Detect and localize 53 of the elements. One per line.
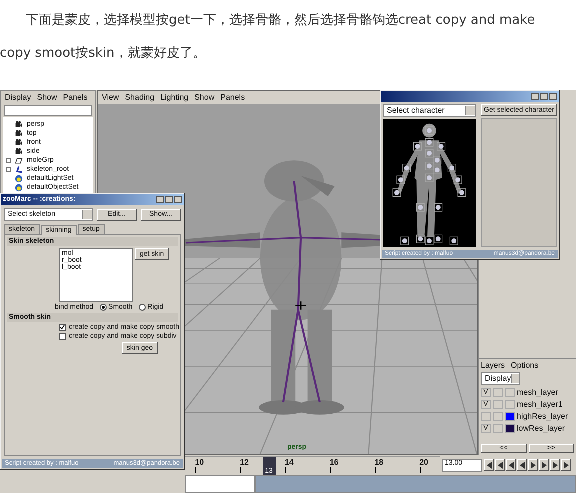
radio-icon[interactable] xyxy=(138,304,146,311)
playback-button[interactable] xyxy=(528,459,538,471)
layer-name: lowRes_layer xyxy=(517,424,566,432)
checkbox[interactable] xyxy=(59,333,66,340)
article-paragraph: 下面是蒙皮，选择模型按get一下，选择骨骼，然后选择骨骼钩选creat copy and make copy smoot按skin，就蒙好皮了。 xyxy=(0,12,536,63)
frame-number: 12 xyxy=(240,458,249,466)
playback-button[interactable] xyxy=(495,459,505,471)
menu-item[interactable]: Panels xyxy=(63,93,88,102)
menu-item[interactable]: View xyxy=(102,93,120,102)
checkbox[interactable] xyxy=(59,324,66,331)
menu-item[interactable]: Display xyxy=(5,93,32,102)
expand-icon[interactable] xyxy=(6,158,11,163)
menu-item[interactable]: Panels xyxy=(220,93,246,102)
playback-button[interactable] xyxy=(539,459,549,471)
playback-button[interactable] xyxy=(506,459,516,471)
layer-name: mesh_layer xyxy=(517,388,558,396)
menu-item[interactable]: Show xyxy=(194,93,215,102)
frame-number: 16 xyxy=(330,458,339,466)
minimize-icon[interactable] xyxy=(156,196,164,203)
filter-field[interactable] xyxy=(4,105,92,116)
menu-item[interactable]: Options xyxy=(511,361,539,370)
playback-button[interactable] xyxy=(561,459,571,471)
group-icon xyxy=(15,156,23,164)
playback-button[interactable] xyxy=(517,459,527,471)
menu-item[interactable]: Lighting xyxy=(160,93,189,102)
command-field[interactable] xyxy=(185,475,255,493)
visibility-toggle[interactable] xyxy=(481,412,491,420)
layer-name: highRes_layer xyxy=(517,412,568,420)
frame-number: 14 xyxy=(284,458,294,466)
manipulator-icon[interactable] xyxy=(295,301,308,310)
layer-name: mesh_layer1 xyxy=(517,400,563,408)
menu-item[interactable]: Layers xyxy=(481,361,506,370)
frame-number: 18 xyxy=(374,458,384,466)
frame-number: 20 xyxy=(420,458,428,466)
character-dropdown[interactable]: Select character xyxy=(383,104,476,117)
menu-item[interactable]: Show xyxy=(37,93,58,102)
layer-color-swatch xyxy=(505,400,515,408)
close-icon[interactable] xyxy=(549,93,557,100)
maximize-icon[interactable] xyxy=(540,93,548,100)
character-picker[interactable] xyxy=(383,119,476,247)
display-dropdown[interactable]: Display xyxy=(481,372,520,385)
radio-icon[interactable] xyxy=(100,304,107,311)
layer-row[interactable]: highRes_layer xyxy=(481,411,574,421)
frame-number: 10 xyxy=(195,458,204,466)
maximize-icon[interactable] xyxy=(165,196,173,203)
joint-icon xyxy=(15,166,23,174)
playback-button[interactable] xyxy=(550,459,560,471)
playback-button[interactable] xyxy=(484,459,494,471)
expand-icon[interactable] xyxy=(6,167,11,172)
close-icon[interactable] xyxy=(174,196,182,203)
minimize-icon[interactable] xyxy=(531,93,539,100)
layer-color-swatch xyxy=(505,388,515,396)
menu-item[interactable]: Shading xyxy=(125,93,155,102)
